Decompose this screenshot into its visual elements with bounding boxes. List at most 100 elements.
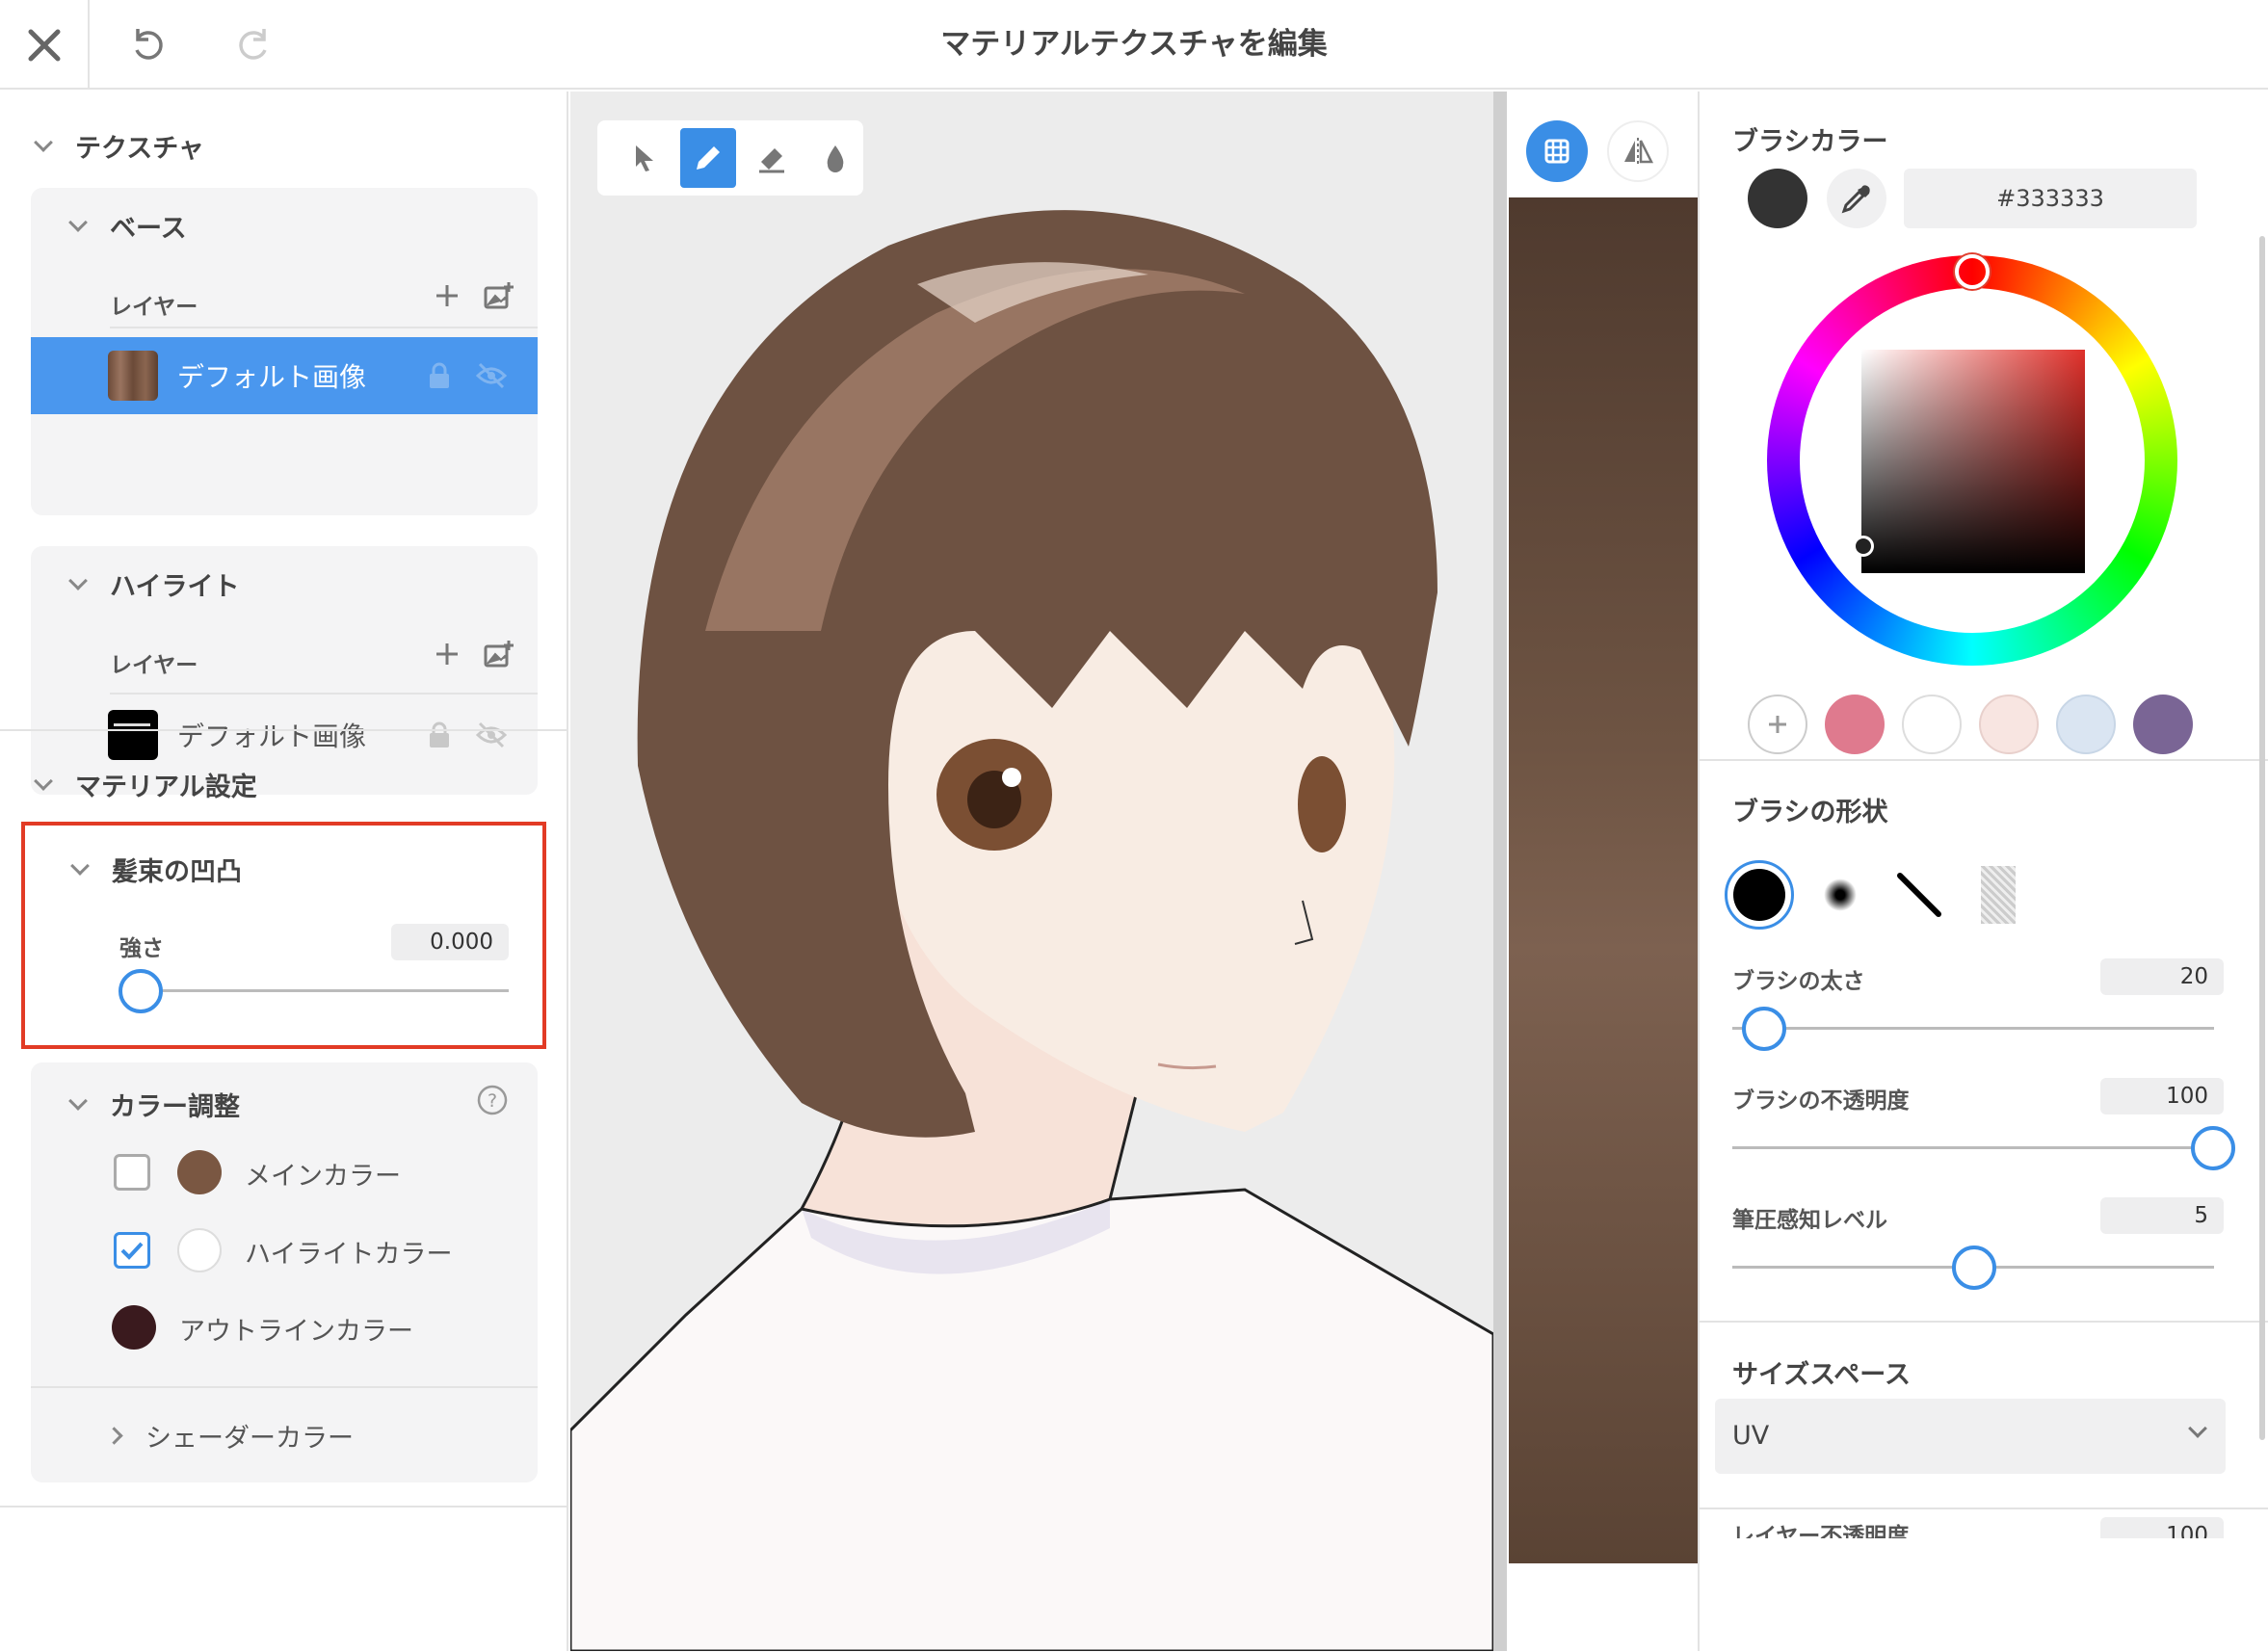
- brush-shape-line[interactable]: [1885, 860, 1954, 930]
- hide-eye-icon[interactable]: [476, 362, 507, 389]
- shader-color-row[interactable]: シェーダーカラー: [105, 1417, 354, 1455]
- layer-opacity-field[interactable]: 100: [2100, 1517, 2224, 1538]
- highlight-card-header[interactable]: ハイライト: [68, 565, 239, 603]
- chevron-down-icon: [2188, 1419, 2207, 1438]
- color-wheel[interactable]: [1767, 254, 2177, 666]
- size-space-select[interactable]: UV: [1715, 1399, 2226, 1474]
- chevron-down-icon: [34, 132, 53, 152]
- top-bar: マテリアルテクスチャを編集: [0, 0, 2268, 90]
- fill-tool[interactable]: [807, 128, 863, 188]
- pencil-icon: [697, 146, 720, 170]
- layer-thumbnail: [108, 710, 158, 760]
- hair-bump-title: 髪束の凹凸: [112, 857, 242, 887]
- mirror-button[interactable]: [1607, 120, 1669, 182]
- brush-color-title: ブラシカラー: [1732, 127, 1888, 157]
- divider: [1700, 759, 2268, 761]
- palette-swatch[interactable]: [1825, 695, 1885, 754]
- chevron-down-icon: [68, 212, 88, 232]
- divider: [110, 693, 538, 695]
- add-layer-icon[interactable]: [434, 282, 461, 309]
- strength-slider-knob[interactable]: [119, 969, 163, 1013]
- chevron-down-icon: [68, 1090, 88, 1111]
- strength-slider-track[interactable]: [119, 989, 509, 992]
- add-image-icon[interactable]: [484, 639, 514, 669]
- layer-row-base-default[interactable]: デフォルト画像: [31, 337, 538, 414]
- texture-preview-panel: [1493, 92, 1698, 1651]
- eraser-tool[interactable]: [744, 128, 800, 188]
- brush-size-field[interactable]: 20: [2100, 958, 2224, 995]
- highlight-color-checkbox[interactable]: [114, 1232, 150, 1269]
- 3d-viewport[interactable]: [570, 92, 1493, 1651]
- base-card-header[interactable]: ベース: [68, 207, 187, 245]
- right-panel-scrollbar[interactable]: [2259, 92, 2265, 1652]
- add-image-icon[interactable]: [484, 280, 514, 311]
- checkmark-icon: [120, 1242, 144, 1260]
- help-icon[interactable]: ?: [476, 1084, 509, 1116]
- hide-eye-icon[interactable]: [476, 721, 507, 748]
- saturation-value-square[interactable]: [1861, 350, 2085, 573]
- palette-swatch[interactable]: [2133, 695, 2193, 754]
- layer-thumbnail: [108, 351, 158, 401]
- hex-color-field[interactable]: #333333: [1904, 169, 2197, 228]
- section-divider: [0, 729, 568, 731]
- brush-size-track[interactable]: [1732, 1027, 2214, 1030]
- pressure-level-field[interactable]: 5: [2100, 1197, 2224, 1234]
- strength-label: 強さ: [119, 936, 164, 961]
- highlight-layers-label: レイヤー: [110, 653, 198, 678]
- palette-swatch[interactable]: [1979, 695, 2039, 754]
- solid-brush-icon: [1733, 869, 1785, 921]
- material-section-header[interactable]: マテリアル設定: [34, 766, 257, 803]
- color-adjust-header[interactable]: カラー調整: [68, 1086, 240, 1123]
- hair-bump-header[interactable]: 髪束の凹凸: [70, 851, 242, 888]
- brush-opacity-track[interactable]: [1732, 1146, 2214, 1149]
- highlight-color-swatch[interactable]: [177, 1228, 222, 1272]
- main-color-swatch[interactable]: [177, 1150, 222, 1194]
- hue-handle[interactable]: [1955, 254, 1990, 289]
- palette-swatch[interactable]: [1902, 695, 1962, 754]
- eraser-icon: [759, 148, 784, 173]
- pen-tool[interactable]: [680, 128, 736, 188]
- lock-icon[interactable]: [428, 362, 451, 389]
- chevron-down-icon: [70, 855, 90, 876]
- texture-section-header[interactable]: テクスチャ: [34, 127, 204, 165]
- color-adjust-card: カラー調整 ? メインカラー ハイライトカラー アウトラインカラー シェーダーカ…: [31, 1062, 538, 1482]
- pressure-level-knob[interactable]: [1952, 1246, 1996, 1290]
- brush-size-knob[interactable]: [1742, 1007, 1786, 1051]
- add-layer-icon[interactable]: [434, 641, 461, 668]
- brush-shape-texture[interactable]: [1964, 860, 2033, 930]
- strength-value-field[interactable]: 0.000: [391, 924, 509, 960]
- hair-bump-highlight-frame: 髪束の凹凸 強さ 0.000: [21, 822, 546, 1049]
- brush-opacity-knob[interactable]: [2191, 1126, 2235, 1170]
- chevron-down-icon: [34, 771, 53, 791]
- color-picker-handle[interactable]: [1853, 536, 1874, 557]
- layer-row-highlight-default[interactable]: デフォルト画像: [31, 696, 538, 774]
- shader-color-label: シェーダーカラー: [145, 1424, 354, 1454]
- texture-section-title: テクスチャ: [75, 134, 204, 164]
- layer-name: デフォルト画像: [177, 361, 367, 393]
- brush-opacity-field[interactable]: 100: [2100, 1078, 2224, 1114]
- grid-view-button[interactable]: [1526, 120, 1588, 182]
- texture-strip[interactable]: [1509, 197, 1698, 1563]
- outline-color-swatch[interactable]: [112, 1305, 156, 1350]
- lock-icon[interactable]: [428, 721, 451, 748]
- brush-shape-solid[interactable]: [1725, 860, 1794, 930]
- line-brush-icon: [1897, 873, 1941, 917]
- pointer-icon: [636, 145, 653, 171]
- main-color-checkbox[interactable]: [114, 1154, 150, 1191]
- highlight-card: ハイライト レイヤー デフォルト画像: [31, 546, 538, 795]
- eyedropper-button[interactable]: [1827, 169, 1886, 228]
- palette-swatch[interactable]: [2056, 695, 2116, 754]
- current-brush-color[interactable]: [1748, 169, 1807, 228]
- add-palette-color-button[interactable]: [1748, 695, 1807, 754]
- layer-opacity-label: レイヤー不透明度: [1732, 1524, 1910, 1538]
- page-title: マテリアルテクスチャを編集: [940, 27, 1328, 62]
- brush-size-label: ブラシの太さ: [1732, 969, 1865, 994]
- mirror-icon: [1624, 138, 1654, 165]
- divider: [1700, 1321, 2268, 1323]
- select-tool[interactable]: [617, 128, 672, 188]
- brush-shape-soft[interactable]: [1806, 860, 1875, 930]
- soft-brush-icon: [1824, 878, 1857, 911]
- base-card: ベース レイヤー デフォルト画像: [31, 188, 538, 515]
- highlight-color-label: ハイライトカラー: [245, 1240, 453, 1270]
- drop-icon: [827, 145, 844, 172]
